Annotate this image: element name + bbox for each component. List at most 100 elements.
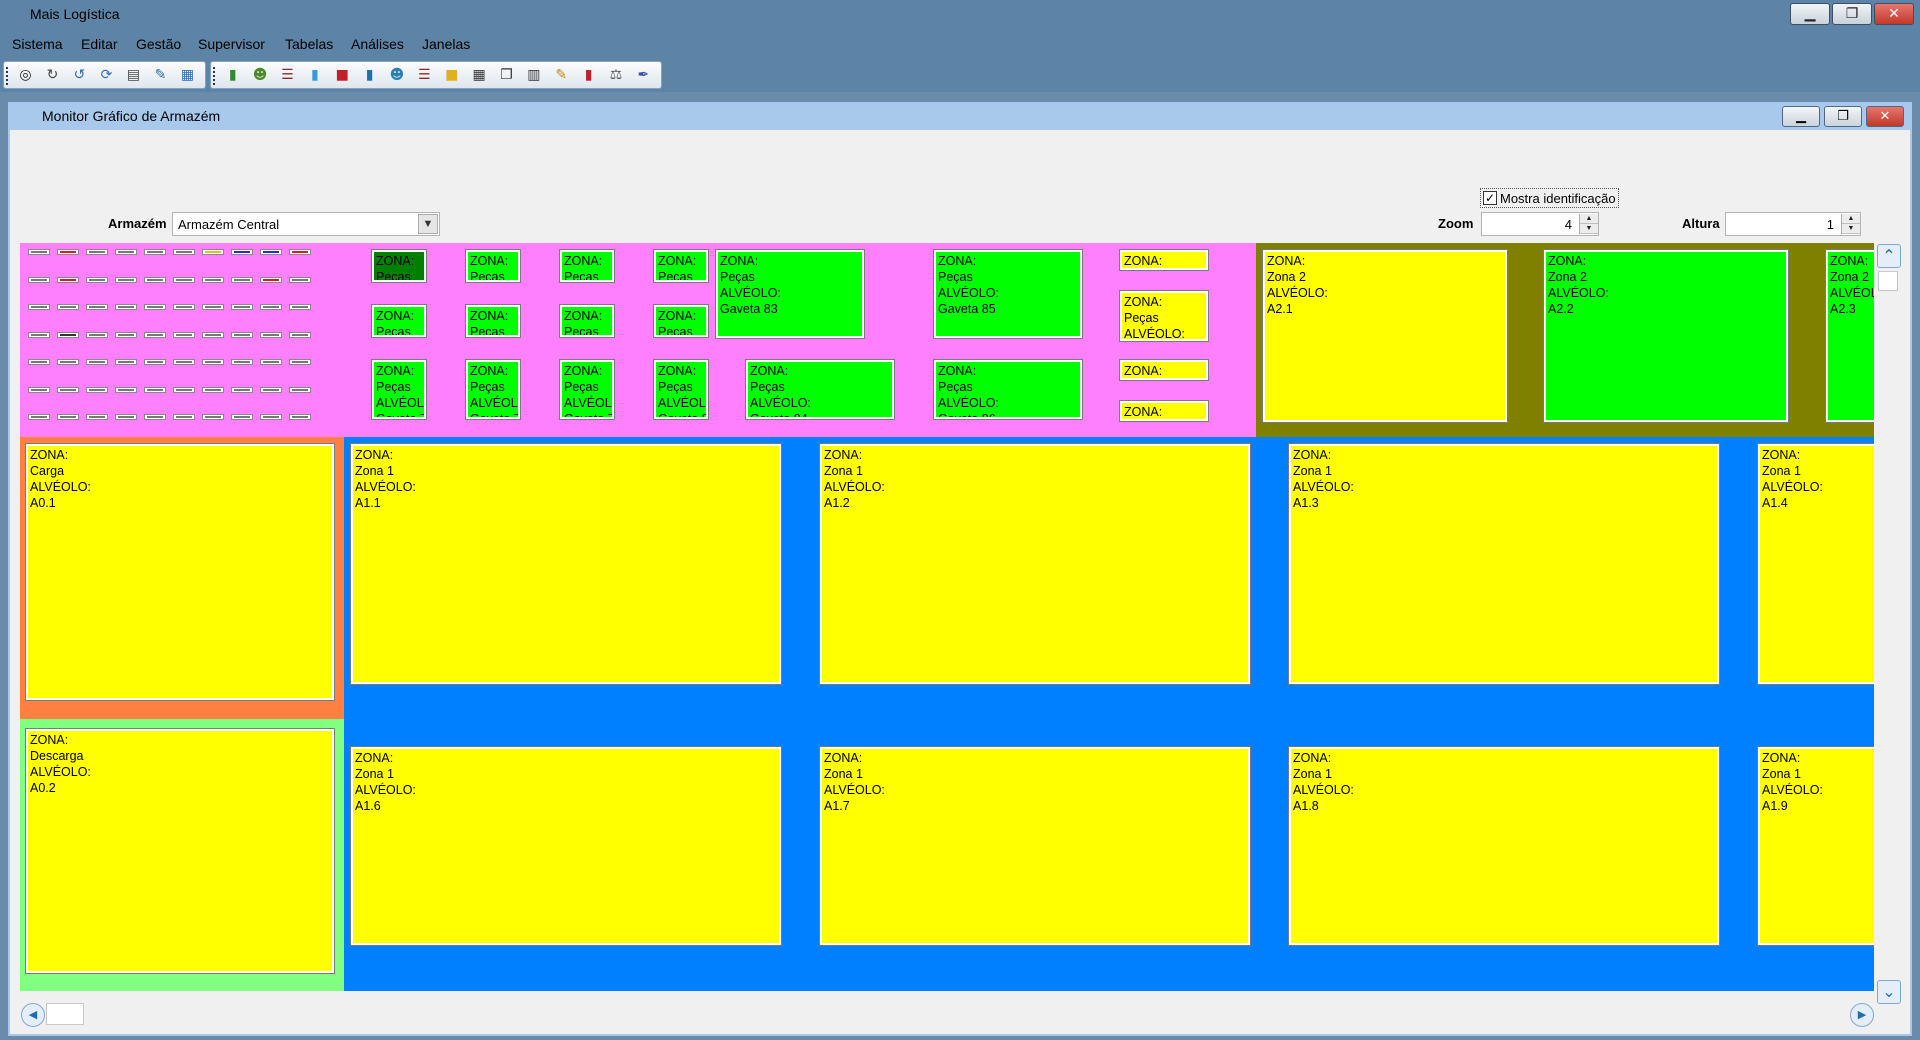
mini-drawer-slot[interactable] xyxy=(231,414,253,420)
mini-drawer-slot[interactable] xyxy=(289,276,311,283)
mini-drawer-slot[interactable] xyxy=(260,359,282,365)
mini-drawer-slot[interactable] xyxy=(28,359,50,365)
cell-pecas-b2[interactable]: ZONA: Peças xyxy=(465,304,521,338)
cell-a0-2[interactable]: ZONA: Descarga ALVÉOLO: A0.2 xyxy=(25,728,335,974)
mini-drawer-slot[interactable] xyxy=(28,304,50,310)
menu-supervisor[interactable]: Supervisor xyxy=(198,36,265,52)
mini-drawer-slot[interactable] xyxy=(260,276,282,283)
user-globe-icon[interactable]: ☻ xyxy=(387,65,406,85)
mini-drawer-slot[interactable] xyxy=(86,386,108,393)
mini-drawer-slot[interactable] xyxy=(173,386,195,393)
cell-a1-9[interactable]: ZONA: Zona 1 ALVÉOLO: A1.9 xyxy=(1757,746,1874,946)
mini-drawer-slot[interactable] xyxy=(86,414,108,420)
cell-a1-1[interactable]: ZONA: Zona 1 ALVÉOLO: A1.1 xyxy=(350,443,782,685)
mini-drawer-slot[interactable] xyxy=(202,386,224,393)
scroll-up-button[interactable]: ⌃ xyxy=(1877,244,1901,268)
mini-drawer-slot[interactable] xyxy=(86,249,108,255)
form-icon[interactable]: ☰ xyxy=(415,65,434,85)
mini-drawer-slot[interactable] xyxy=(231,304,253,310)
mini-drawer-slot[interactable] xyxy=(57,414,79,420)
toolbar-grip[interactable] xyxy=(6,67,8,85)
mini-drawer-slot[interactable] xyxy=(86,359,108,365)
cell-yellow-s1[interactable]: ZONA: xyxy=(1119,249,1209,271)
child-close-button[interactable]: ✕ xyxy=(1866,106,1904,127)
cell-gaveta-83[interactable]: ZONA: Peças ALVÉOLO: Gaveta 83 xyxy=(715,249,865,339)
cell-yellow-s2[interactable]: ZONA: Peças ALVÉOLO: xyxy=(1119,290,1209,342)
cell-yellow-s3[interactable]: ZONA: xyxy=(1119,359,1209,381)
mini-drawer-slot[interactable] xyxy=(144,359,166,365)
scroll-down-button[interactable]: ⌄ xyxy=(1877,980,1901,1004)
minimize-button[interactable]: ▁ xyxy=(1790,3,1830,25)
mini-drawer-slot[interactable] xyxy=(28,276,50,283)
mini-drawer-slot[interactable] xyxy=(260,304,282,310)
refresh-icon[interactable]: ↻ xyxy=(43,65,62,85)
menu-editar[interactable]: Editar xyxy=(81,36,118,52)
mini-drawer-slot[interactable] xyxy=(86,304,108,310)
mini-drawer-slot[interactable] xyxy=(289,414,311,420)
mini-drawer-slot[interactable] xyxy=(57,276,79,283)
cell-a0-1[interactable]: ZONA: Carga ALVÉOLO: A0.1 xyxy=(25,443,335,701)
zoom-up-button[interactable]: ▲ xyxy=(1580,214,1598,224)
mini-drawer-slot[interactable] xyxy=(28,414,50,420)
mini-drawer-slot[interactable] xyxy=(144,276,166,283)
mini-drawer-slot[interactable] xyxy=(231,331,253,338)
cell-gaveta-86[interactable]: ZONA: Peças ALVÉOLO: Gaveta 86 xyxy=(933,359,1083,420)
cell-a1-2[interactable]: ZONA: Zona 1 ALVÉOLO: A1.2 xyxy=(819,443,1251,685)
altura-down-button[interactable]: ▼ xyxy=(1842,224,1860,234)
windows-grid-icon[interactable]: ▦ xyxy=(178,65,197,85)
chevron-down-icon[interactable]: ▼ xyxy=(418,214,438,234)
target-icon[interactable]: ◎ xyxy=(16,65,35,85)
mini-drawer-slot[interactable] xyxy=(289,331,311,338)
mini-drawer-slot[interactable] xyxy=(202,304,224,310)
horizontal-scrollbar[interactable]: ◀ ▶ xyxy=(20,1002,1876,1028)
mini-drawer-slot[interactable] xyxy=(144,414,166,420)
user-icon[interactable]: ☻ xyxy=(250,65,269,85)
mini-drawer-slot[interactable] xyxy=(28,386,50,393)
cell-pecas-d3[interactable]: ZONA: Peças xyxy=(559,249,615,283)
mini-drawer-slot[interactable] xyxy=(202,249,224,255)
cell-pecas-d2[interactable]: ZONA: Peças xyxy=(465,249,521,283)
mini-drawer-slot[interactable] xyxy=(289,386,311,393)
pen-screen-icon[interactable]: ✒ xyxy=(634,65,653,85)
list-icon[interactable]: ☰ xyxy=(278,65,297,85)
close-button[interactable]: ✕ xyxy=(1874,3,1914,25)
cell-a1-6[interactable]: ZONA: Zona 1 ALVÉOLO: A1.6 xyxy=(350,746,782,946)
mini-drawer-slot[interactable] xyxy=(260,249,282,255)
cell-pecas-c1[interactable]: ZONA: Peças ALVÉOLO Gaveta 7 xyxy=(371,359,427,420)
edit-window-icon[interactable]: ✎ xyxy=(151,65,170,85)
mini-drawer-slot[interactable] xyxy=(173,331,195,338)
cell-pecas-b4[interactable]: ZONA: Peças xyxy=(653,304,709,338)
child-restore-button[interactable]: ❐ xyxy=(1824,106,1862,127)
green-book-icon[interactable]: ▮ xyxy=(223,65,242,85)
scroll-right-button[interactable]: ▶ xyxy=(1850,1003,1874,1027)
blue-book2-icon[interactable]: ▮ xyxy=(360,65,379,85)
cell-pecas-d4[interactable]: ZONA: Peças xyxy=(653,249,709,283)
mini-drawer-slot[interactable] xyxy=(57,304,79,310)
mini-drawer-slot[interactable] xyxy=(173,276,195,283)
cell-pecas-c2[interactable]: ZONA: Peças ALVÉOLO Gaveta 7 xyxy=(465,359,521,420)
mini-drawer-slot[interactable] xyxy=(202,359,224,365)
scroll-left-button[interactable]: ◀ xyxy=(21,1003,45,1027)
cell-a1-4[interactable]: ZONA: Zona 1 ALVÉOLO: A1.4 xyxy=(1757,443,1874,685)
menu-gestao[interactable]: Gestão xyxy=(136,36,181,52)
folder-icon[interactable]: ■ xyxy=(442,65,461,85)
mini-drawer-slot[interactable] xyxy=(57,249,79,255)
mini-drawer-slot[interactable] xyxy=(115,414,137,420)
menu-janelas[interactable]: Janelas xyxy=(422,36,470,52)
mini-drawer-slot[interactable] xyxy=(144,386,166,393)
altura-spinner[interactable]: 1 ▲ ▼ xyxy=(1725,212,1861,236)
vertical-scroll-thumb[interactable] xyxy=(1878,271,1898,291)
refresh-alt-icon[interactable]: ↺ xyxy=(70,65,89,85)
mini-drawer-slot[interactable] xyxy=(289,304,311,310)
menu-sistema[interactable]: Sistema xyxy=(12,36,63,52)
checkbox-check-icon[interactable]: ✓ xyxy=(1483,191,1497,205)
cell-a1-7[interactable]: ZONA: Zona 1 ALVÉOLO: A1.7 xyxy=(819,746,1251,946)
cell-a2-2[interactable]: ZONA: Zona 2 ALVÉOLO: A2.2 xyxy=(1543,249,1789,423)
mini-drawer-slot[interactable] xyxy=(144,304,166,310)
mini-drawer-slot[interactable] xyxy=(115,304,137,310)
vertical-scrollbar[interactable]: ⌃ ⌄ xyxy=(1876,243,1902,1006)
menu-analises[interactable]: Análises xyxy=(351,36,404,52)
mini-drawer-slot[interactable] xyxy=(260,331,282,338)
zoom-down-button[interactable]: ▼ xyxy=(1580,224,1598,234)
edit-note-icon[interactable]: ✎ xyxy=(552,65,571,85)
